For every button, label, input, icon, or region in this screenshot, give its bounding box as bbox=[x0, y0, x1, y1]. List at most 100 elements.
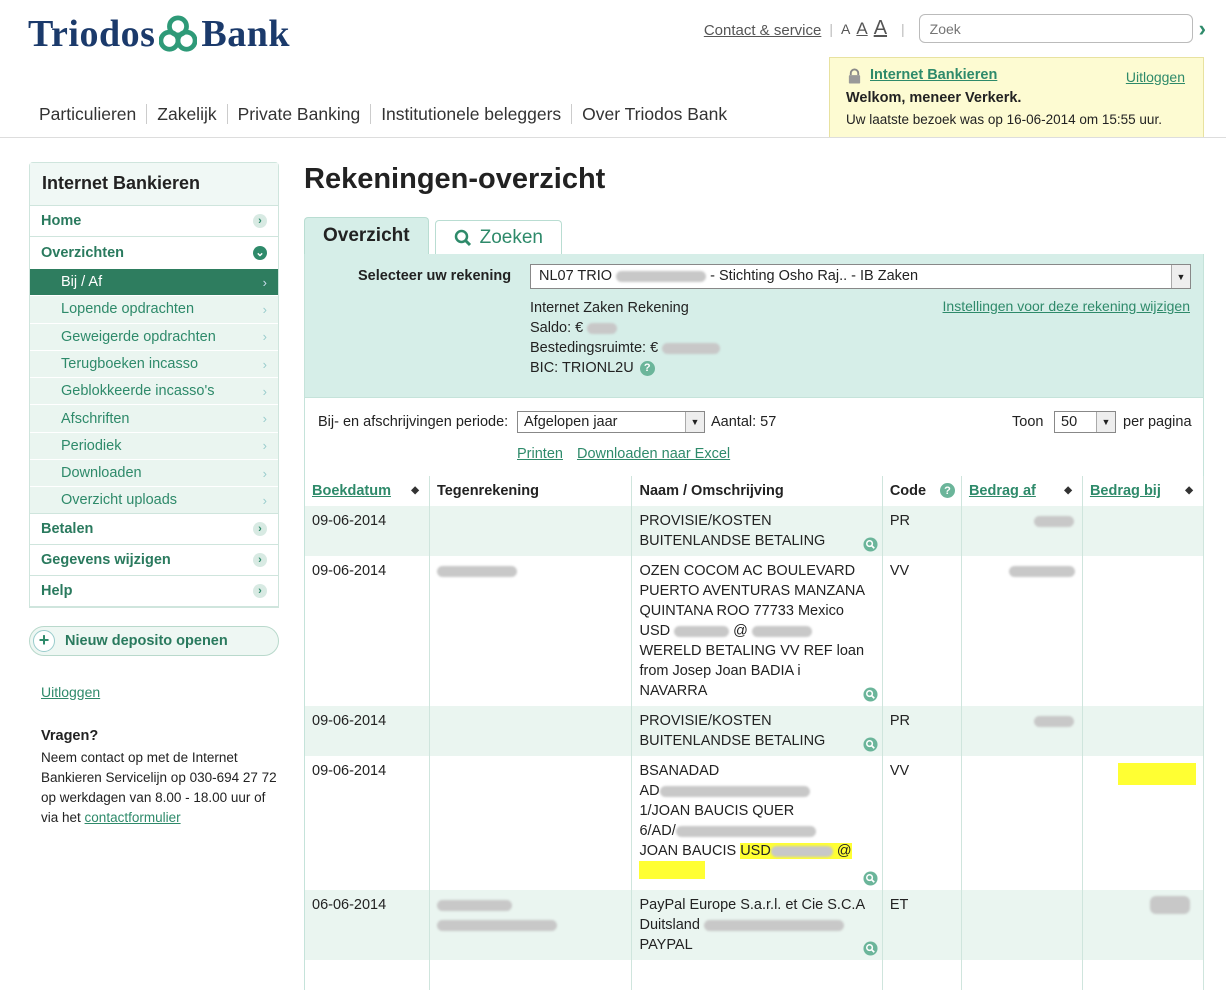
table-row[interactable]: 09-06-2014 BSANADAD AD 1/JOAN BAUCIS QUE… bbox=[304, 756, 1205, 890]
chevron-right-icon: › bbox=[253, 552, 267, 567]
chevron-right-icon: › bbox=[262, 356, 267, 372]
account-bic: BIC: TRIONL2U? bbox=[530, 358, 720, 378]
logout-link-sidebar[interactable]: Uitloggen bbox=[41, 684, 279, 700]
transactions-table: Boekdatum ◆ Tegenrekening Naam / Omschrij… bbox=[304, 476, 1205, 990]
nav-institutionele-beleggers[interactable]: Institutionele beleggers bbox=[371, 104, 573, 124]
questions-text: Neem contact op met de Internet Bankiere… bbox=[41, 749, 277, 805]
zoom-icon[interactable] bbox=[863, 737, 878, 752]
redacted-account-number bbox=[616, 270, 707, 282]
sidebar-sub-geblokkeerde-incassos[interactable]: Geblokkeerde incasso's › bbox=[30, 377, 278, 405]
redacted-amount bbox=[1033, 715, 1074, 727]
main-navigation: Particulieren Zakelijk Private Banking I… bbox=[28, 104, 737, 124]
chevron-right-icon: › bbox=[262, 329, 267, 345]
chevron-right-icon: › bbox=[262, 411, 267, 427]
search-input[interactable] bbox=[918, 14, 1193, 43]
col-omschrijving: Naam / Omschrijving bbox=[631, 476, 883, 506]
main-content: Rekeningen-overzicht Overzicht Zoeken Se… bbox=[304, 160, 1205, 990]
sidebar-item-home[interactable]: Home › bbox=[30, 206, 278, 237]
sidebar-sub-bij-af[interactable]: Bij / Af › bbox=[30, 268, 278, 296]
select-account-label: Selecteer uw rekening bbox=[358, 268, 512, 284]
topbar: Contact & service | A A A | › bbox=[704, 14, 1206, 43]
redacted-amount bbox=[1149, 896, 1190, 915]
account-type: Internet Zaken Rekening bbox=[530, 300, 689, 316]
table-row[interactable]: 09-06-2014 PROVISIE/KOSTEN BUITENLANDSE … bbox=[304, 506, 1205, 556]
redacted-amount bbox=[1033, 515, 1074, 527]
sidebar-sub-lopende-opdrachten[interactable]: Lopende opdrachten › bbox=[30, 295, 278, 323]
sidebar-item-gegevens-wijzigen[interactable]: Gegevens wijzigen › bbox=[30, 544, 278, 576]
table-row[interactable] bbox=[304, 960, 1205, 990]
account-settings-link[interactable]: Instellingen voor deze rekening wijzigen bbox=[943, 298, 1190, 314]
font-size-small[interactable]: A bbox=[841, 21, 850, 37]
contact-form-link[interactable]: contactformulier bbox=[85, 810, 181, 825]
zoom-icon[interactable] bbox=[863, 537, 878, 552]
font-size-medium[interactable]: A bbox=[856, 19, 867, 39]
account-saldo: Saldo: € bbox=[530, 318, 720, 338]
table-row[interactable]: 09-06-2014 OZEN COCOM AC BOULEVARD PUERT… bbox=[304, 556, 1205, 706]
last-visit-text: Uw laatste bezoek was op 16-06-2014 om 1… bbox=[846, 112, 1162, 127]
chevron-right-icon: › bbox=[262, 301, 267, 317]
chevron-right-icon: › bbox=[262, 492, 267, 508]
period-select[interactable]: Afgelopen jaar ▼ bbox=[517, 411, 705, 433]
col-bedrag-af[interactable]: Bedrag af ◆ bbox=[961, 476, 1083, 506]
highlighted-amount bbox=[639, 861, 706, 879]
account-select[interactable]: NL07 TRIO - Stichting Osho Raj.. - IB Za… bbox=[530, 264, 1191, 289]
welcome-greeting: Welkom, meneer Verkerk. bbox=[846, 90, 1022, 106]
triodos-logo[interactable]: Triodos Bank bbox=[28, 12, 290, 56]
table-header-row: Boekdatum ◆ Tegenrekening Naam / Omschrij… bbox=[304, 476, 1205, 506]
export-links: Printen Downloaden naar Excel bbox=[517, 446, 740, 462]
nav-particulieren[interactable]: Particulieren bbox=[28, 104, 148, 124]
zoom-icon[interactable] bbox=[863, 687, 878, 702]
dropdown-arrow-icon: ▼ bbox=[1096, 412, 1115, 432]
logo-mark-icon bbox=[159, 15, 198, 52]
sidebar-item-betalen[interactable]: Betalen › bbox=[30, 513, 278, 545]
nav-zakelijk[interactable]: Zakelijk bbox=[147, 104, 228, 124]
chevron-right-icon: › bbox=[253, 214, 267, 228]
dropdown-arrow-icon: ▼ bbox=[1171, 265, 1190, 288]
print-link[interactable]: Printen bbox=[517, 446, 563, 462]
chevron-down-icon: ⌄ bbox=[253, 245, 267, 260]
nav-private-banking[interactable]: Private Banking bbox=[228, 104, 372, 124]
per-page-label: per pagina bbox=[1123, 414, 1192, 430]
search-icon bbox=[454, 229, 471, 246]
sidebar-item-overzichten[interactable]: Overzichten ⌄ bbox=[30, 237, 278, 268]
tab-zoeken[interactable]: Zoeken bbox=[434, 220, 562, 254]
redacted-counter-account bbox=[436, 899, 512, 911]
sort-icon: ◆ bbox=[1185, 485, 1193, 496]
page-title: Rekeningen-overzicht bbox=[304, 163, 606, 195]
period-label: Bij- en afschrijvingen periode: bbox=[318, 414, 509, 430]
new-deposit-button[interactable]: + Nieuw deposito openen bbox=[29, 625, 279, 656]
per-page-select[interactable]: 50 ▼ bbox=[1054, 411, 1116, 433]
download-excel-link[interactable]: Downloaden naar Excel bbox=[577, 446, 730, 462]
nav-over-triodos[interactable]: Over Triodos Bank bbox=[572, 104, 737, 124]
table-row[interactable]: 06-06-2014 PayPal Europe S.a.r.l. et Cie… bbox=[304, 890, 1205, 960]
help-icon[interactable]: ? bbox=[939, 483, 955, 498]
chevron-right-icon: › bbox=[262, 274, 267, 290]
tab-overzicht[interactable]: Overzicht bbox=[304, 217, 429, 254]
sidebar-sub-geweigerde-opdrachten[interactable]: Geweigerde opdrachten › bbox=[30, 322, 278, 350]
internet-bankieren-link[interactable]: Internet Bankieren bbox=[870, 67, 997, 83]
col-boekdatum[interactable]: Boekdatum ◆ bbox=[304, 476, 430, 506]
sidebar-sub-periodiek[interactable]: Periodiek › bbox=[30, 431, 278, 460]
zoom-icon[interactable] bbox=[863, 941, 878, 956]
redacted-amount bbox=[1008, 565, 1075, 577]
sidebar-header: Internet Bankieren bbox=[30, 163, 278, 206]
sidebar-sub-downloaden[interactable]: Downloaden › bbox=[30, 459, 278, 487]
tabs: Overzicht Zoeken bbox=[304, 217, 1204, 254]
contact-service-link[interactable]: Contact & service bbox=[704, 22, 822, 39]
sidebar-item-help[interactable]: Help › bbox=[30, 575, 278, 607]
show-label: Toon bbox=[1012, 414, 1044, 430]
logout-link-top[interactable]: Uitloggen bbox=[1126, 69, 1185, 85]
chevron-right-icon: › bbox=[262, 383, 267, 399]
zoom-icon[interactable] bbox=[863, 871, 878, 886]
font-size-large[interactable]: A bbox=[874, 17, 887, 40]
help-icon[interactable]: ? bbox=[639, 360, 655, 376]
sidebar-sub-overzicht-uploads[interactable]: Overzicht uploads › bbox=[30, 486, 278, 514]
chevron-right-icon: › bbox=[262, 438, 267, 454]
sidebar-sub-terugboeken-incasso[interactable]: Terugboeken incasso › bbox=[30, 349, 278, 378]
sidebar-sub-afschriften[interactable]: Afschriften › bbox=[30, 404, 278, 432]
col-bedrag-bij[interactable]: Bedrag bij ◆ bbox=[1082, 476, 1205, 506]
table-row[interactable]: 09-06-2014 PROVISIE/KOSTEN BUITENLANDSE … bbox=[304, 706, 1205, 756]
col-code: Code? bbox=[882, 476, 962, 506]
search-submit-arrow-icon[interactable]: › bbox=[1199, 16, 1206, 42]
sort-icon: ◆ bbox=[1064, 485, 1072, 496]
